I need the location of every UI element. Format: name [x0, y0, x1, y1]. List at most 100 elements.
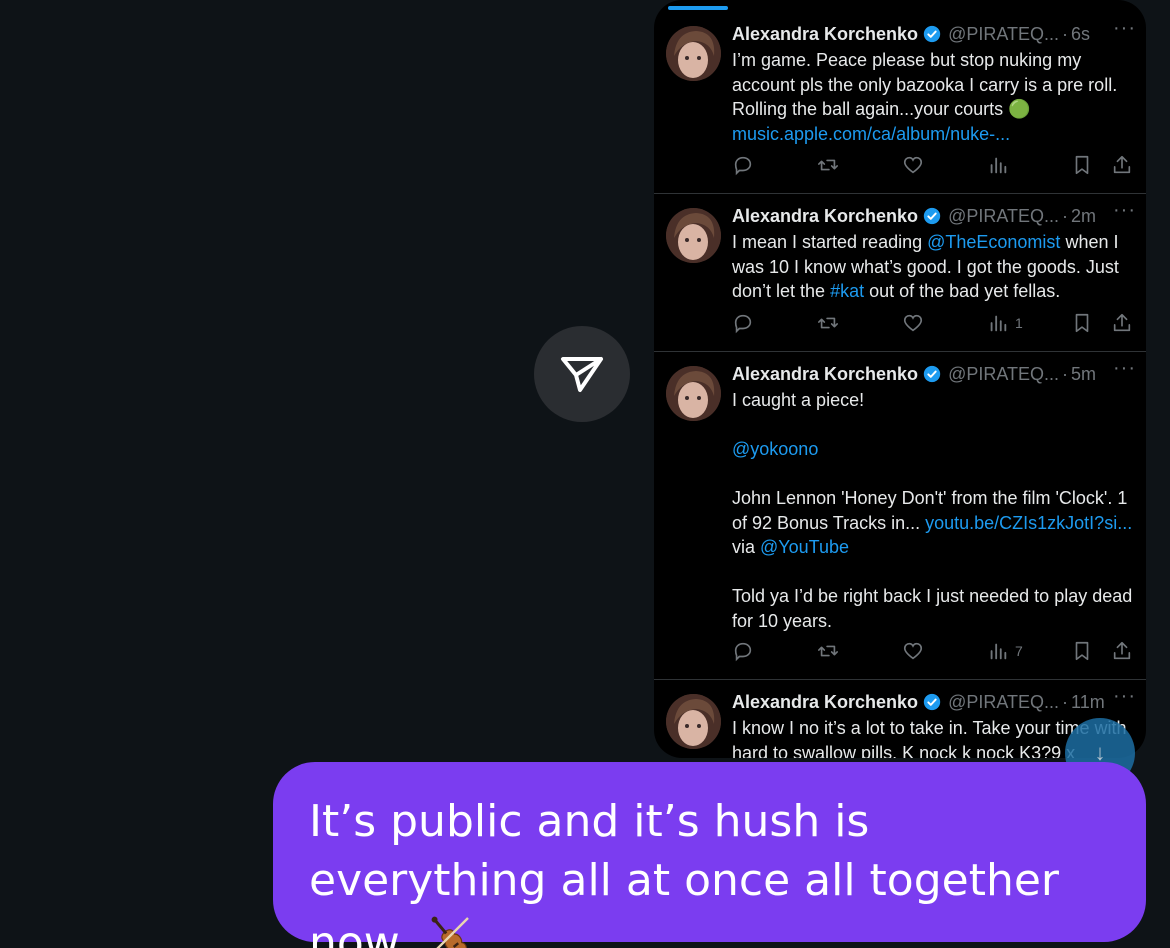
avatar[interactable]	[666, 366, 721, 421]
verified-badge-icon	[923, 693, 941, 711]
tweet-text: I’m game. Peace please but stop nuking m…	[732, 48, 1142, 146]
separator-dot: ·	[1062, 363, 1069, 384]
more-icon[interactable]: ···	[1113, 685, 1136, 708]
tweet-text-part: via	[732, 537, 761, 557]
more-icon[interactable]: ···	[1113, 17, 1136, 40]
reply-icon	[734, 642, 752, 662]
forward-button[interactable]	[534, 326, 630, 422]
bookmark-icon	[1075, 313, 1089, 333]
views-button[interactable]: 1	[987, 310, 1023, 336]
author-handle[interactable]: @PIRATEQ...	[948, 692, 1059, 713]
retweet-button[interactable]	[817, 310, 839, 336]
like-button[interactable]	[902, 638, 924, 664]
tweet-time[interactable]: 2m	[1071, 206, 1096, 227]
tweet-header: Alexandra Korchenko @PIRATEQ... · 11m ··…	[732, 685, 1136, 715]
share-button[interactable]	[1111, 638, 1133, 664]
views-count: 7	[1015, 643, 1023, 659]
tweet-header: Alexandra Korchenko @PIRATEQ... · 5m ···	[732, 357, 1136, 387]
tweet[interactable]: Alexandra Korchenko @PIRATEQ... · 6s ···…	[654, 12, 1146, 194]
views-button[interactable]	[987, 152, 1015, 178]
verified-badge-icon	[923, 25, 941, 43]
retweet-button[interactable]	[817, 152, 839, 178]
author-name[interactable]: Alexandra Korchenko	[732, 206, 918, 227]
avatar[interactable]	[666, 26, 721, 81]
tweet-actions	[732, 152, 1136, 180]
tweet-text-content: I’m game. Peace please but stop nuking m…	[732, 50, 1118, 119]
tweet-actions: 1	[732, 310, 1136, 338]
send-icon	[561, 357, 603, 392]
bookmark-button[interactable]	[1071, 152, 1093, 178]
share-button[interactable]	[1111, 152, 1133, 178]
bookmark-button[interactable]	[1071, 638, 1093, 664]
tweet-paragraph: John Lennon 'Honey Don't' from the film …	[732, 486, 1142, 560]
avatar[interactable]	[666, 694, 721, 749]
share-icon	[1113, 155, 1131, 174]
reply-button[interactable]	[732, 152, 754, 178]
tweet[interactable]: Alexandra Korchenko @PIRATEQ... · 2m ···…	[654, 194, 1146, 352]
avatar[interactable]	[666, 208, 721, 263]
author-name[interactable]: Alexandra Korchenko	[732, 364, 918, 385]
more-icon[interactable]: ···	[1113, 357, 1136, 380]
tweet-time[interactable]: 6s	[1071, 24, 1090, 45]
shared-timeline-card[interactable]: Alexandra Korchenko @PIRATEQ... · 6s ···…	[654, 0, 1146, 758]
tweet-time[interactable]: 5m	[1071, 364, 1096, 385]
like-button[interactable]	[902, 310, 924, 336]
more-icon[interactable]: ···	[1113, 199, 1136, 222]
tweet-header: Alexandra Korchenko @PIRATEQ... · 6s ···	[732, 17, 1136, 47]
mention-link[interactable]: @yokoono	[732, 437, 1142, 462]
retweet-icon	[818, 645, 838, 657]
retweet-button[interactable]	[817, 638, 839, 664]
retweet-icon	[818, 317, 838, 329]
tweet-header: Alexandra Korchenko @PIRATEQ... · 2m ···	[732, 199, 1136, 229]
verified-badge-icon	[923, 365, 941, 383]
mention-link[interactable]: @TheEconomist	[927, 232, 1060, 252]
tweet[interactable]: Alexandra Korchenko @PIRATEQ... · 5m ···…	[654, 352, 1146, 680]
tweet-text: I mean I started reading @TheEconomist w…	[732, 230, 1142, 304]
share-icon	[1113, 313, 1131, 332]
reply-button[interactable]	[732, 638, 754, 664]
tweet-paragraph: Told ya I’d be right back I just needed …	[732, 586, 1133, 631]
mention-link[interactable]: @YouTube	[760, 537, 849, 557]
heart-icon	[903, 156, 923, 174]
verified-badge-icon	[923, 207, 941, 225]
hashtag-link[interactable]: #kat	[830, 281, 864, 301]
tweet-text-part: I mean I started reading	[732, 232, 928, 252]
separator-dot: ·	[1062, 205, 1069, 226]
reply-icon	[734, 314, 752, 334]
tweet-text-line: I caught a piece!	[732, 390, 865, 410]
bookmark-button[interactable]	[1071, 310, 1093, 336]
dm-conversation: Alexandra Korchenko @PIRATEQ... · 6s ···…	[0, 0, 1170, 948]
views-icon	[990, 157, 1007, 174]
violin-icon	[422, 910, 478, 948]
tweet-link[interactable]: music.apple.com/ca/album/nuke-...	[732, 124, 1010, 144]
tweet-text-part: out of the bad yet fellas.	[864, 281, 1061, 301]
heart-icon	[903, 642, 923, 660]
reply-button[interactable]	[732, 310, 754, 336]
youtube-link[interactable]: youtu.be/CZIs1zkJotI?si...	[925, 513, 1132, 533]
message-bubble[interactable]: It’s public and it’s hush is everything …	[273, 762, 1146, 948]
author-handle[interactable]: @PIRATEQ...	[948, 24, 1059, 45]
share-icon	[1113, 641, 1131, 660]
tab-indicator	[668, 6, 728, 10]
views-count: 1	[1015, 315, 1023, 331]
separator-dot: ·	[1062, 23, 1069, 44]
author-name[interactable]: Alexandra Korchenko	[732, 692, 918, 713]
bookmark-icon	[1075, 641, 1089, 661]
author-handle[interactable]: @PIRATEQ...	[948, 364, 1059, 385]
tweet-time[interactable]: 11m	[1071, 692, 1105, 713]
views-icon	[990, 315, 1007, 332]
share-button[interactable]	[1111, 310, 1133, 336]
separator-dot: ·	[1062, 691, 1069, 712]
like-button[interactable]	[902, 152, 924, 178]
author-name[interactable]: Alexandra Korchenko	[732, 24, 918, 45]
reply-icon	[734, 156, 752, 176]
views-icon	[990, 643, 1007, 660]
views-button[interactable]: 7	[987, 638, 1023, 664]
tweet-actions: 7	[732, 638, 1136, 666]
author-handle[interactable]: @PIRATEQ...	[948, 206, 1059, 227]
tweet-text: I caught a piece! @yokoono John Lennon '…	[732, 388, 1142, 633]
retweet-icon	[818, 159, 838, 171]
